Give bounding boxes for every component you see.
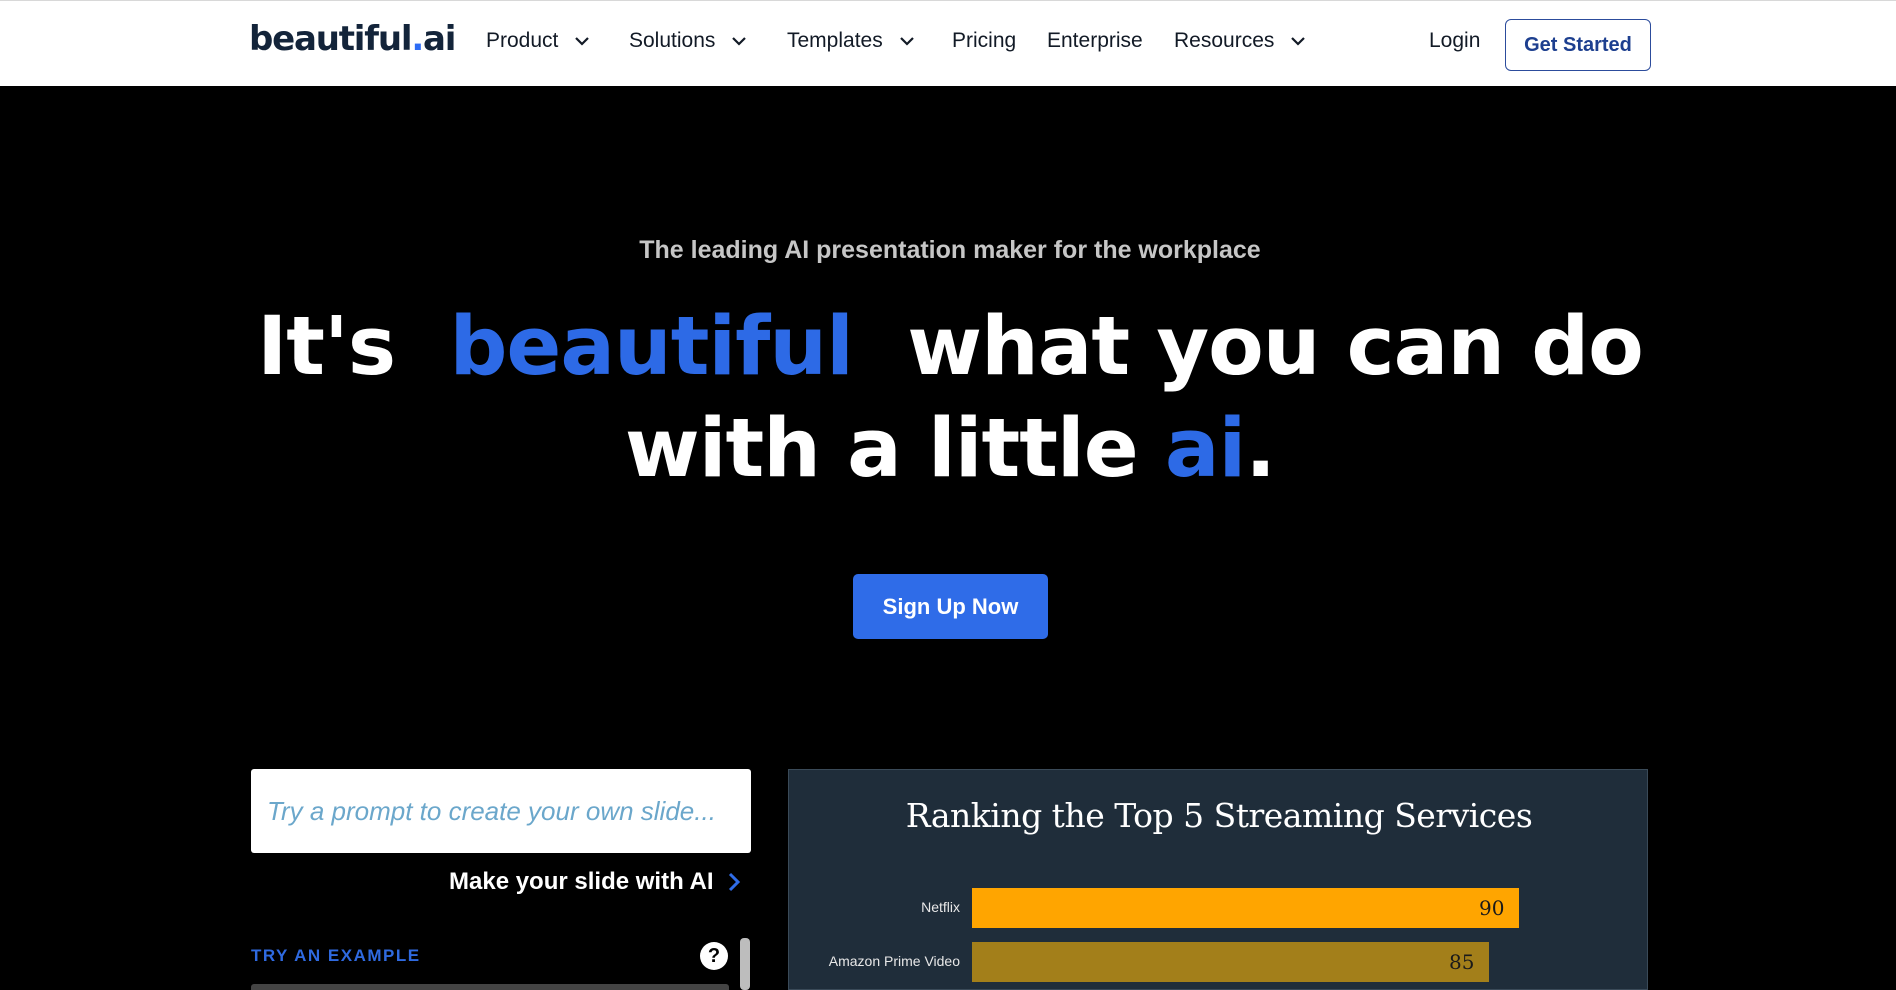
bar-value-label: 85: [1449, 950, 1475, 974]
login-link[interactable]: Login: [1429, 29, 1480, 53]
nav-item-resources[interactable]: Resources: [1174, 29, 1308, 53]
scrollbar-thumb[interactable]: [740, 938, 750, 990]
nav-item-label: Solutions: [629, 29, 716, 52]
prompt-box: [251, 769, 751, 853]
nav-item-label: Templates: [787, 29, 883, 52]
logo[interactable]: beautiful.ai: [249, 19, 456, 59]
nav-item-label: Enterprise: [1047, 29, 1143, 52]
logo-dot: .: [411, 19, 424, 59]
hero-title-accent-ai: ai: [1164, 402, 1246, 496]
nav-item-product[interactable]: Product: [486, 29, 592, 53]
bar-label: Netflix: [921, 899, 960, 915]
logo-suffix: ai: [423, 19, 456, 59]
top-navbar: beautiful.ai Product Solutions Templates…: [0, 0, 1896, 86]
sign-up-button[interactable]: Sign Up Now: [853, 574, 1048, 639]
question-circle-icon[interactable]: ?: [700, 942, 728, 970]
prompt-input[interactable]: [267, 795, 735, 827]
nav-item-label: Product: [486, 29, 559, 52]
nav-item-pricing[interactable]: Pricing: [952, 29, 1016, 53]
chevron-down-icon: [732, 37, 747, 46]
nav-item-label: Resources: [1174, 29, 1275, 52]
make-slide-label: Make your slide with AI: [449, 868, 714, 895]
nav-item-solutions[interactable]: Solutions: [629, 29, 749, 53]
hero-title-part1: It's: [257, 300, 396, 394]
slide-title: Ranking the Top 5 Streaming Services: [905, 796, 1533, 835]
bar: [972, 942, 1489, 982]
hero-tagline: The leading AI presentation maker for th…: [639, 236, 1261, 264]
chevron-down-icon: [1291, 37, 1306, 46]
hero-title: It's beautiful what you can do with a li…: [0, 296, 1896, 500]
nav-item-templates[interactable]: Templates: [787, 29, 917, 53]
hero-title-part2: what you can do: [907, 300, 1644, 394]
chevron-right-icon: [728, 872, 740, 892]
chevron-down-icon: [575, 37, 590, 46]
try-example-heading: TRY AN EXAMPLE: [251, 946, 421, 965]
nav-item-enterprise[interactable]: Enterprise: [1047, 29, 1143, 53]
chevron-down-icon: [899, 37, 914, 46]
make-slide-button[interactable]: Make your slide with AI: [449, 868, 742, 896]
bar-value-label: 90: [1479, 896, 1505, 920]
bar: [972, 888, 1519, 928]
example-item[interactable]: [251, 984, 729, 990]
get-started-button[interactable]: Get Started: [1505, 19, 1651, 71]
hero-title-period: .: [1245, 402, 1276, 496]
nav-item-label: Pricing: [952, 29, 1017, 52]
slide-preview: Ranking the Top 5 Streaming Services Net…: [788, 769, 1648, 990]
bar-label: Amazon Prime Video: [828, 953, 960, 969]
hero-title-part3: with a little: [624, 402, 1139, 496]
hero-title-accent-beautiful: beautiful: [449, 300, 853, 394]
logo-main: beautiful: [249, 19, 413, 59]
login-label: Login: [1429, 29, 1481, 52]
